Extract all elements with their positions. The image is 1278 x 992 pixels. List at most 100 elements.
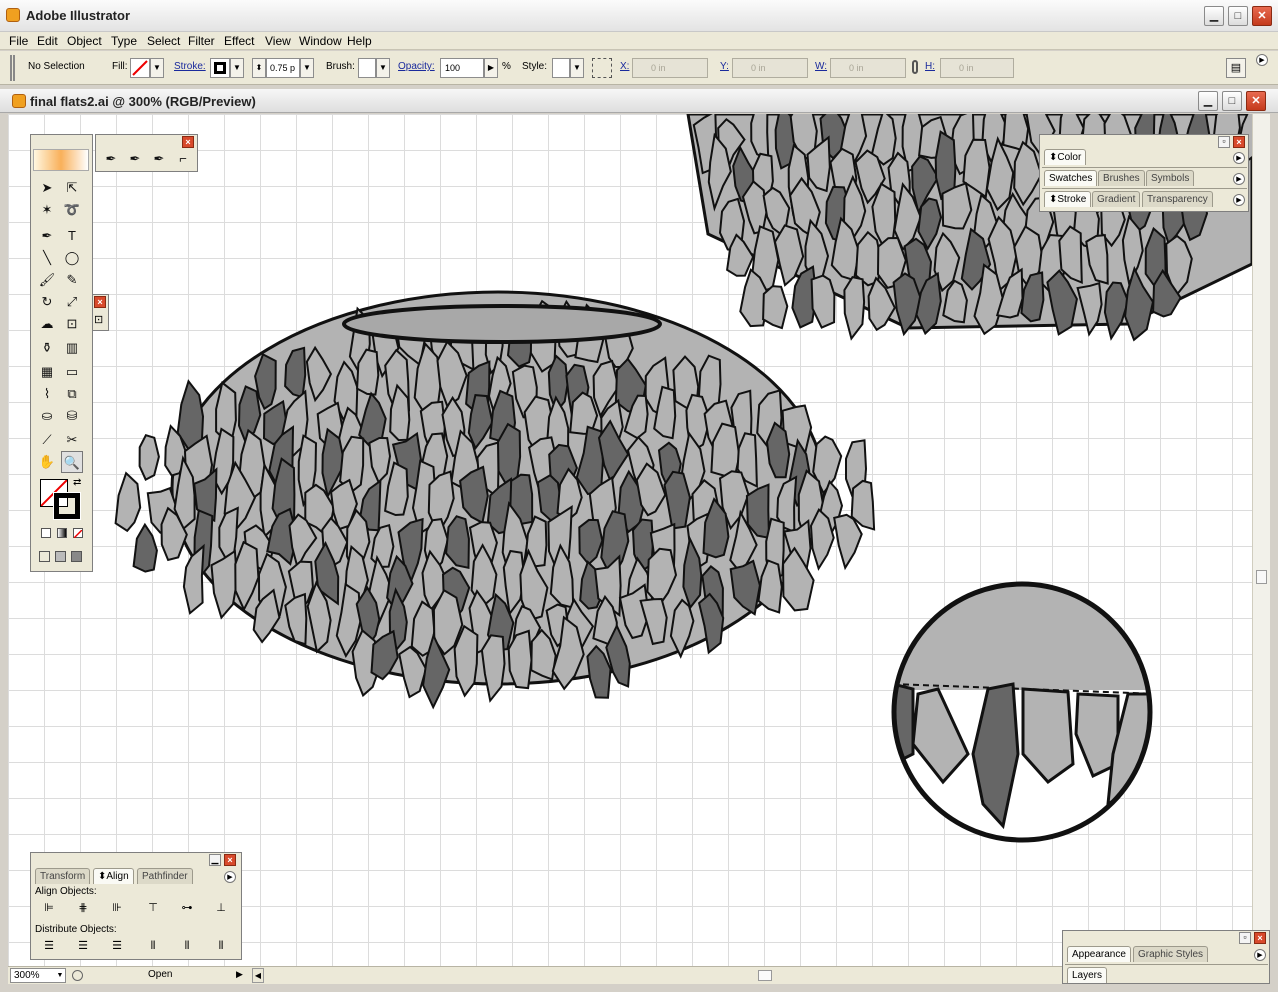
tab-transparency[interactable]: Transparency — [1142, 191, 1213, 207]
style-dropdown[interactable]: ▼ — [570, 58, 584, 78]
distribute-horizontal-center-icon[interactable]: ⫴ — [177, 937, 197, 955]
fill-dropdown[interactable]: ▼ — [150, 58, 164, 78]
add-anchor-point-tool-icon[interactable]: ✒ — [124, 148, 146, 170]
appearance-close-button[interactable]: × — [1254, 932, 1266, 944]
h-input[interactable]: 0 in — [940, 58, 1014, 78]
distribute-left-icon[interactable]: ⫴ — [143, 937, 163, 955]
w-input[interactable]: 0 in — [830, 58, 906, 78]
gradient-mode-icon[interactable] — [57, 528, 67, 538]
style-swatch[interactable] — [552, 58, 570, 78]
reference-point-icon[interactable] — [592, 58, 612, 78]
free-transform-tool-icon[interactable]: ⊡ — [94, 313, 103, 326]
h-label[interactable]: H: — [925, 61, 935, 72]
doc-close-button[interactable]: ✕ — [1246, 91, 1266, 111]
full-screen-mode-icon[interactable] — [71, 551, 82, 562]
menu-object[interactable]: Object — [67, 32, 102, 50]
tab-layers[interactable]: Layers — [1067, 967, 1108, 983]
transform-tearoff-close-button[interactable]: × — [94, 296, 106, 308]
w-label[interactable]: W: — [815, 61, 827, 72]
stroke-menu-button[interactable]: ▶ — [1233, 194, 1245, 206]
align-left-icon[interactable]: ⊫ — [39, 899, 59, 917]
horizontal-scroll-thumb[interactable] — [758, 970, 772, 981]
menu-filter[interactable]: Filter — [188, 32, 215, 50]
align-bottom-icon[interactable]: ⊥ — [211, 899, 231, 917]
tab-gradient[interactable]: Gradient — [1092, 191, 1141, 207]
brush-swatch[interactable] — [358, 58, 376, 78]
constrain-proportions-icon[interactable] — [912, 60, 918, 74]
stroke-dropdown[interactable]: ▼ — [230, 58, 244, 78]
opacity-label[interactable]: Opacity: — [398, 61, 435, 72]
app-minimize-button[interactable]: ▁ — [1204, 6, 1224, 26]
line-tool-icon[interactable]: ╲ — [36, 247, 58, 269]
stroke-swatch[interactable] — [210, 58, 230, 78]
appearance-minimize-button[interactable]: ▫ — [1239, 932, 1251, 944]
magic-wand-tool-icon[interactable]: ✶ — [36, 199, 58, 221]
app-close-button[interactable]: ✕ — [1252, 6, 1272, 26]
rotate-tool-icon[interactable]: ↻ — [36, 291, 58, 313]
pen-tool-icon[interactable]: ✒ — [36, 225, 58, 247]
artboard-canvas[interactable] — [8, 114, 1252, 966]
fill-swatch[interactable] — [130, 58, 150, 78]
tab-swatches[interactable]: Swatches — [1044, 170, 1098, 186]
menu-type[interactable]: Type — [111, 32, 137, 50]
y-label[interactable]: Y: — [720, 61, 729, 72]
menu-view[interactable]: View — [265, 32, 291, 50]
adobe-online-logo[interactable] — [33, 149, 89, 171]
pencil-tool-icon[interactable]: ✎ — [61, 269, 83, 291]
selection-tool-icon[interactable]: ➤ — [36, 177, 58, 199]
standard-screen-mode-icon[interactable] — [39, 551, 50, 562]
menu-effect[interactable]: Effect — [224, 32, 254, 50]
mesh-tool-icon[interactable]: ▦ — [36, 361, 58, 383]
control-palette-grip[interactable] — [10, 55, 15, 81]
eyedropper-tool-icon[interactable]: ⌇ — [36, 383, 58, 405]
tab-color[interactable]: ⬍Color — [1044, 149, 1087, 165]
none-mode-icon[interactable] — [73, 528, 83, 539]
menu-help[interactable]: Help — [347, 32, 372, 50]
detail-magnifier-circle[interactable] — [888, 581, 1158, 843]
tab-brushes[interactable]: Brushes — [1098, 170, 1145, 186]
palette-dock-icon[interactable]: ▤ — [1226, 58, 1246, 78]
vertical-scroll-thumb[interactable] — [1256, 570, 1267, 584]
version-cue-icon[interactable] — [72, 970, 83, 981]
align-right-icon[interactable]: ⊪ — [107, 899, 127, 917]
slice-tool-icon[interactable]: ⟋ — [36, 429, 58, 451]
type-tool-icon[interactable]: T — [61, 225, 83, 247]
align-top-icon[interactable]: ⊤ — [143, 899, 163, 917]
align-horizontal-center-icon[interactable]: ⋕ — [73, 899, 93, 917]
stroke-weight-input[interactable]: 0.75 p — [266, 58, 300, 78]
doc-minimize-button[interactable]: ▁ — [1198, 91, 1218, 111]
graph-tool-icon[interactable]: ▥ — [61, 337, 83, 359]
tab-stroke[interactable]: ⬍Stroke — [1044, 191, 1092, 207]
tab-transform[interactable]: Transform — [35, 868, 91, 884]
color-mode-icon[interactable] — [41, 528, 51, 538]
ellipse-tool-icon[interactable]: ◯ — [61, 247, 83, 269]
swatches-menu-button[interactable]: ▶ — [1233, 173, 1245, 185]
stroke-weight-stepper[interactable]: ⬍ — [252, 58, 266, 78]
pen-tearoff-close-button[interactable]: × — [182, 136, 194, 148]
align-vertical-center-icon[interactable]: ⊶ — [177, 899, 197, 917]
delete-anchor-point-tool-icon[interactable]: ✒ — [148, 148, 170, 170]
paintbrush-tool-icon[interactable]: 🖌 — [36, 269, 58, 291]
menu-select[interactable]: Select — [147, 32, 180, 50]
menu-window[interactable]: Window — [299, 32, 342, 50]
scale-tool-icon[interactable]: ⤢ — [61, 291, 83, 313]
opacity-slider-button[interactable]: ▶ — [484, 58, 498, 78]
direct-selection-tool-icon[interactable]: ⇱ — [61, 177, 83, 199]
distribute-right-icon[interactable]: ⫴ — [211, 937, 231, 955]
align-close-button[interactable]: × — [224, 854, 236, 866]
symbol-sprayer-tool-icon[interactable]: ⚱ — [36, 337, 58, 359]
distribute-top-icon[interactable]: ☰ — [39, 937, 59, 955]
stroke-color-box[interactable] — [53, 492, 81, 520]
opacity-input[interactable]: 100 — [440, 58, 484, 78]
full-screen-menu-mode-icon[interactable] — [55, 551, 66, 562]
app-maximize-button[interactable]: □ — [1228, 6, 1248, 26]
lasso-tool-icon[interactable]: ➰ — [61, 199, 83, 221]
doc-maximize-button[interactable]: □ — [1222, 91, 1242, 111]
control-palette-menu-button[interactable]: ▶ — [1256, 54, 1268, 66]
tab-pathfinder[interactable]: Pathfinder — [137, 868, 193, 884]
color-group-close-button[interactable]: × — [1233, 136, 1245, 148]
artwork[interactable] — [8, 114, 1252, 966]
color-group-minimize-button[interactable]: ▫ — [1218, 136, 1230, 148]
menu-file[interactable]: File — [9, 32, 28, 50]
gradient-tool-icon[interactable]: ▭ — [61, 361, 83, 383]
